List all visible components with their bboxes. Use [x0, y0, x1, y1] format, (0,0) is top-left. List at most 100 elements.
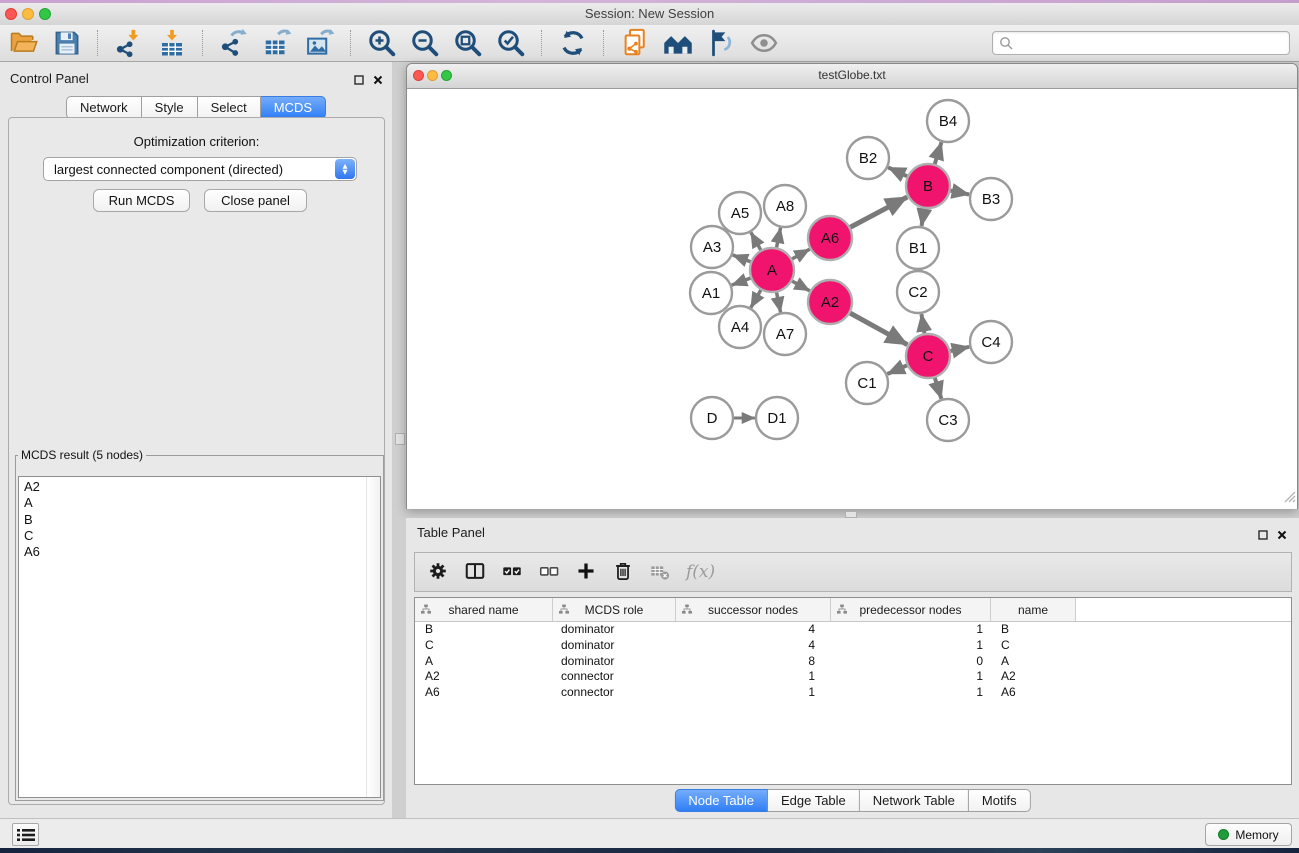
table-row[interactable]: Bdominator41B	[415, 622, 1291, 638]
select-all-button[interactable]	[497, 557, 527, 587]
table-cell[interactable]: B	[991, 622, 1076, 638]
table-cell[interactable]: A2	[991, 669, 1076, 685]
search-box[interactable]	[992, 31, 1290, 55]
split-view-button[interactable]	[460, 557, 490, 587]
zoom-fit-icon	[453, 28, 483, 58]
table-cell[interactable]: connector	[553, 669, 676, 685]
table-cell[interactable]: A6	[415, 685, 553, 701]
tab-node-table[interactable]: Node Table	[674, 789, 768, 812]
export-network-button[interactable]	[215, 27, 253, 59]
column-header-successor-nodes[interactable]: successor nodes	[676, 598, 831, 621]
table-row[interactable]: Adominator80A	[415, 654, 1291, 670]
table-cell[interactable]: 4	[676, 638, 831, 654]
task-history-button[interactable]	[12, 823, 39, 846]
table-cell[interactable]: 1	[831, 669, 991, 685]
settings-icon	[427, 560, 449, 585]
table-cell[interactable]: B	[415, 622, 553, 638]
table-row[interactable]: Cdominator41C	[415, 638, 1291, 654]
zoom-out-button[interactable]	[406, 27, 444, 59]
refresh-layout-button[interactable]	[554, 27, 592, 59]
export-image-button[interactable]	[301, 27, 339, 59]
table-cell[interactable]: 8	[676, 654, 831, 670]
run-mcds-button[interactable]: Run MCDS	[93, 189, 190, 212]
export-network-icon	[219, 28, 249, 58]
table-cell[interactable]: connector	[553, 685, 676, 701]
zoom-selected-button[interactable]	[492, 27, 530, 59]
table-cell[interactable]: A6	[991, 685, 1076, 701]
horizontal-splitter-grip[interactable]	[845, 511, 857, 518]
tab-select[interactable]: Select	[198, 96, 261, 119]
export-table-button[interactable]	[258, 27, 296, 59]
hide-selected-button[interactable]	[702, 27, 740, 59]
mcds-result-item[interactable]: A2	[19, 477, 380, 495]
table-cell[interactable]: dominator	[553, 638, 676, 654]
mcds-tab-content: Optimization criterion: largest connecte…	[8, 117, 385, 805]
table-panel: Table Panel f(x) shared nameMCDS rolesuc…	[406, 518, 1299, 818]
open-file-button[interactable]	[5, 27, 43, 59]
mcds-result-item[interactable]: B	[19, 512, 380, 528]
tab-mcds[interactable]: MCDS	[261, 96, 326, 119]
close-panel-button[interactable]: Close panel	[204, 189, 307, 212]
zoom-fit-button[interactable]	[449, 27, 487, 59]
table-cell[interactable]: 1	[831, 622, 991, 638]
table-cell[interactable]: 1	[831, 685, 991, 701]
graph-node-label-A8: A8	[776, 198, 794, 215]
zoom-in-button[interactable]	[363, 27, 401, 59]
table-cell[interactable]: A	[991, 654, 1076, 670]
table-cell[interactable]: C	[415, 638, 553, 654]
network-window-titlebar[interactable]: testGlobe.txt	[407, 64, 1297, 89]
tab-network-table[interactable]: Network Table	[860, 789, 969, 812]
import-table-button[interactable]	[153, 27, 191, 59]
table-cell[interactable]: A	[415, 654, 553, 670]
show-hidden-icon	[749, 28, 779, 58]
vertical-splitter-grip[interactable]	[395, 433, 405, 445]
table-row[interactable]: A2connector11A2	[415, 669, 1291, 685]
close-panel-icon[interactable]	[373, 72, 383, 90]
table-cell[interactable]: 1	[676, 685, 831, 701]
table-cell[interactable]: dominator	[553, 622, 676, 638]
function-builder-button[interactable]: f(x)	[686, 562, 715, 582]
tab-style[interactable]: Style	[142, 96, 198, 119]
criterion-dropdown[interactable]: largest connected component (directed) ▲…	[43, 157, 357, 181]
resize-grip-icon[interactable]	[1283, 490, 1296, 508]
column-header-predecessor-nodes[interactable]: predecessor nodes	[831, 598, 991, 621]
float-panel-icon[interactable]	[1258, 527, 1268, 545]
first-neighbors-button[interactable]	[659, 27, 697, 59]
delete-table-button[interactable]	[645, 557, 675, 587]
network-graph[interactable]: B4B2BB3A8A5A6A3B1AA1C2A2A4A7C4CC1C3DD1	[407, 89, 1297, 509]
add-column-button[interactable]	[571, 557, 601, 587]
deselect-all-button[interactable]	[534, 557, 564, 587]
search-input[interactable]	[1013, 34, 1289, 52]
tab-network[interactable]: Network	[66, 96, 142, 119]
table-cell[interactable]: dominator	[553, 654, 676, 670]
import-network-button[interactable]	[110, 27, 148, 59]
graph-node-label-C1: C1	[857, 375, 876, 392]
node-table[interactable]: shared nameMCDS rolesuccessor nodesprede…	[414, 597, 1292, 785]
float-panel-icon[interactable]	[354, 72, 364, 90]
mcds-result-item[interactable]: A6	[19, 544, 380, 560]
column-header-shared-name[interactable]: shared name	[415, 598, 553, 621]
tab-motifs[interactable]: Motifs	[969, 789, 1031, 812]
table-row[interactable]: A6connector11A6	[415, 685, 1291, 701]
mcds-result-item[interactable]: C	[19, 528, 380, 544]
show-hidden-button[interactable]	[745, 27, 783, 59]
table-cell[interactable]: C	[991, 638, 1076, 654]
table-cell[interactable]: 1	[831, 638, 991, 654]
table-cell[interactable]: A2	[415, 669, 553, 685]
graph-node-label-B4: B4	[939, 113, 957, 130]
table-cell[interactable]: 0	[831, 654, 991, 670]
mcds-result-item[interactable]: A	[19, 495, 380, 511]
save-session-button[interactable]	[48, 27, 86, 59]
mcds-result-list[interactable]: A2ABCA6	[18, 476, 381, 798]
close-panel-icon[interactable]	[1277, 527, 1287, 545]
network-canvas[interactable]: B4B2BB3A8A5A6A3B1AA1C2A2A4A7C4CC1C3DD1	[407, 89, 1297, 509]
memory-button[interactable]: Memory	[1205, 823, 1292, 846]
tab-edge-table[interactable]: Edge Table	[768, 789, 860, 812]
new-network-from-selection-button[interactable]	[616, 27, 654, 59]
table-cell[interactable]: 1	[676, 669, 831, 685]
delete-columns-button[interactable]	[608, 557, 638, 587]
table-cell[interactable]: 4	[676, 622, 831, 638]
column-header-mcds-role[interactable]: MCDS role	[553, 598, 676, 621]
settings-button[interactable]	[423, 557, 453, 587]
column-header-name[interactable]: name	[991, 598, 1076, 621]
